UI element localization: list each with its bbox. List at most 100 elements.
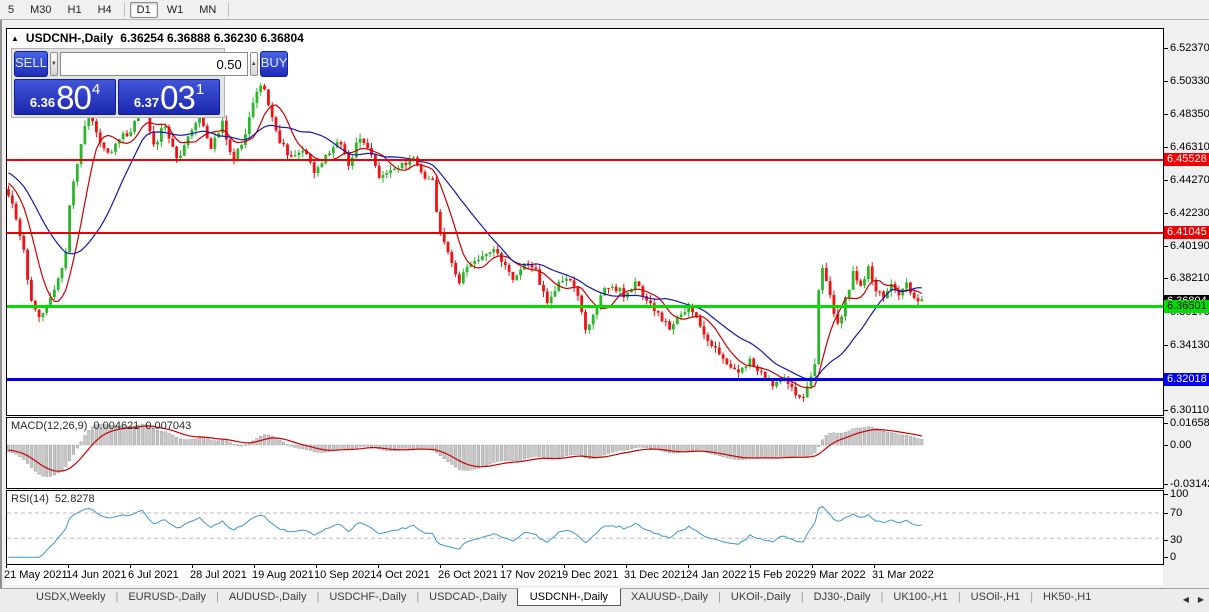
date-axis-label: 10 Sep 2021 xyxy=(314,569,376,581)
price-badge-red: 6.41045 xyxy=(1164,226,1209,239)
tab-scroll-right-icon[interactable]: ▶ xyxy=(1198,595,1204,604)
price-axis-label: 6.38210 xyxy=(1164,272,1209,285)
price-badge-red: 6.45528 xyxy=(1164,153,1209,166)
date-tick-mark xyxy=(750,565,751,568)
tab-eurusd-daily[interactable]: EURUSD-,Daily xyxy=(118,589,216,606)
timeframe-button-d1[interactable]: D1 xyxy=(130,2,158,18)
main-chart-pane[interactable]: ▲ USDCNH-,Daily 6.36254 6.36888 6.36230 … xyxy=(6,28,1164,416)
trading-terminal: 5M30H1H4 D1W1MN ▲ USDCNH-,Daily 6.36254 6… xyxy=(0,0,1209,612)
axis-tick-mark xyxy=(1164,423,1168,424)
axis-tick-mark xyxy=(1164,540,1168,541)
price-axis: 6.523706.503306.483506.463106.442706.422… xyxy=(1164,28,1209,565)
price-badge-green: 6.36501 xyxy=(1164,300,1209,313)
bid-quote[interactable]: 6.36 80 4 xyxy=(14,79,116,115)
date-tick-mark xyxy=(130,565,131,568)
timeframe-button-5[interactable]: 5 xyxy=(1,2,21,18)
macd-pane[interactable]: MACD(12,26,9)0.0046210.007043 xyxy=(6,417,1164,489)
date-axis-label: 6 Jul 2021 xyxy=(128,569,179,581)
rsi-value: 52.8278 xyxy=(55,493,95,505)
price-axis-label: 6.30110 xyxy=(1164,404,1209,417)
macd-label: MACD(12,26,9)0.0046210.007043 xyxy=(11,420,197,432)
date-tick-mark xyxy=(688,565,689,568)
tab-usoil-h1[interactable]: USOil-,H1 xyxy=(961,589,1031,606)
chart-ohlc-values: 6.36254 6.36888 6.36230 6.36804 xyxy=(120,31,304,45)
axis-tick-mark xyxy=(1164,513,1168,514)
buy-button[interactable]: BUY xyxy=(260,51,289,77)
axis-tick-mark xyxy=(1164,557,1168,558)
macd-axis-label: 0.00 xyxy=(1164,439,1191,452)
axis-tick-mark xyxy=(1164,81,1168,82)
date-tick-mark xyxy=(68,565,69,568)
rsi-axis-label: 0 xyxy=(1164,551,1176,564)
price-axis-label: 6.46310 xyxy=(1164,141,1209,154)
toolbar-separator xyxy=(124,3,125,17)
tab-usdchf-daily[interactable]: USDCHF-,Daily xyxy=(319,589,416,606)
tab-scroll-left-icon[interactable]: ◀ xyxy=(1183,595,1189,604)
volume-input[interactable] xyxy=(60,52,248,76)
axis-tick-mark xyxy=(1164,484,1168,485)
chevron-up-icon: ▲ xyxy=(251,61,257,67)
collapse-icon[interactable]: ▲ xyxy=(11,34,19,43)
tab-usdcnh-daily[interactable]: USDCNH-,Daily xyxy=(517,588,621,606)
tab-hk50-h1[interactable]: HK50-,H1 xyxy=(1033,589,1101,606)
axis-tick-mark xyxy=(1164,48,1168,49)
axis-tick-mark xyxy=(1164,494,1168,495)
bid-pip-digit: 4 xyxy=(92,82,100,97)
date-axis-label: 15 Feb 2022 xyxy=(748,569,810,581)
tab-audusd-daily[interactable]: AUDUSD-,Daily xyxy=(219,589,317,606)
timeframe-toolbar: 5M30H1H4 D1W1MN xyxy=(0,0,1209,20)
rsi-name: RSI(14) xyxy=(11,493,49,505)
sell-button[interactable]: SELL xyxy=(14,51,48,77)
tab-uk100-h1[interactable]: UK100-,H1 xyxy=(883,589,957,606)
ask-pip-digit: 1 xyxy=(196,82,204,97)
date-tick-mark xyxy=(564,565,565,568)
axis-tick-mark xyxy=(1164,147,1168,148)
timeframe-button-h4[interactable]: H4 xyxy=(91,2,119,18)
date-axis-label: 31 Mar 2022 xyxy=(872,569,934,581)
date-axis-label: 9 Mar 2022 xyxy=(810,569,866,581)
volume-up-button[interactable]: ▲ xyxy=(250,52,258,76)
axis-tick-mark xyxy=(1164,345,1168,346)
rsi-pane[interactable]: RSI(14) 52.8278 xyxy=(6,490,1164,565)
date-axis-label: 19 Aug 2021 xyxy=(252,569,314,581)
toolbar-separator xyxy=(228,3,229,17)
volume-down-button[interactable]: ▼ xyxy=(50,52,58,76)
tab-xauusd-daily[interactable]: XAUUSD-,Daily xyxy=(621,589,718,606)
tab-usdcad-daily[interactable]: USDCAD-,Daily xyxy=(419,589,517,606)
date-axis-label: 24 Jan 2022 xyxy=(686,569,747,581)
tab-ukoil-daily[interactable]: UKOil-,Daily xyxy=(721,589,801,606)
tab-scroll-arrows: ◀ ▶ xyxy=(1183,595,1204,604)
axis-tick-mark xyxy=(1164,180,1168,181)
date-axis-label: 26 Oct 2021 xyxy=(438,569,498,581)
macd-signal-value: 0.007043 xyxy=(145,420,191,432)
price-badge-blue: 6.32018 xyxy=(1164,373,1209,386)
date-tick-mark xyxy=(378,565,379,568)
chevron-down-icon: ▼ xyxy=(51,61,57,67)
rsi-chart[interactable] xyxy=(7,491,1163,564)
tab-usdx-weekly[interactable]: USDX,Weekly xyxy=(26,589,115,606)
date-tick-mark xyxy=(502,565,503,568)
rsi-axis-label: 70 xyxy=(1164,507,1182,520)
price-axis-label: 6.42230 xyxy=(1164,207,1209,220)
timeframe-button-m30[interactable]: M30 xyxy=(23,2,58,18)
axis-tick-mark xyxy=(1164,445,1168,446)
chart-tab-bar: USDX,Weekly|EURUSD-,Daily|AUDUSD-,Daily|… xyxy=(0,588,1209,612)
price-axis-label: 6.40190 xyxy=(1164,240,1209,253)
tab-dj30-daily[interactable]: DJ30-,Daily xyxy=(804,589,881,606)
price-axis-label: 6.44270 xyxy=(1164,174,1209,187)
date-axis-label: 21 May 2021 xyxy=(4,569,68,581)
macd-main-value: 0.004621 xyxy=(93,420,139,432)
date-axis-label: 31 Dec 2021 xyxy=(624,569,686,581)
one-click-trade-panel: SELL ▼ ▲ BUY 6.36 80 4 6.37 03 1 xyxy=(11,48,225,118)
ask-quote[interactable]: 6.37 03 1 xyxy=(118,79,220,115)
timeframe-button-mn[interactable]: MN xyxy=(192,2,223,18)
ask-big-digits: 03 xyxy=(160,81,195,114)
tab-list: USDX,Weekly|EURUSD-,Daily|AUDUSD-,Daily|… xyxy=(26,589,1101,606)
rsi-axis-label: 100 xyxy=(1164,488,1188,501)
price-axis-label: 6.34130 xyxy=(1164,339,1209,352)
rsi-axis-label: 30 xyxy=(1164,534,1182,547)
price-axis-label: 6.52370 xyxy=(1164,42,1209,55)
timeframe-button-h1[interactable]: H1 xyxy=(61,2,89,18)
timeframe-button-w1[interactable]: W1 xyxy=(160,2,191,18)
date-tick-mark xyxy=(440,565,441,568)
